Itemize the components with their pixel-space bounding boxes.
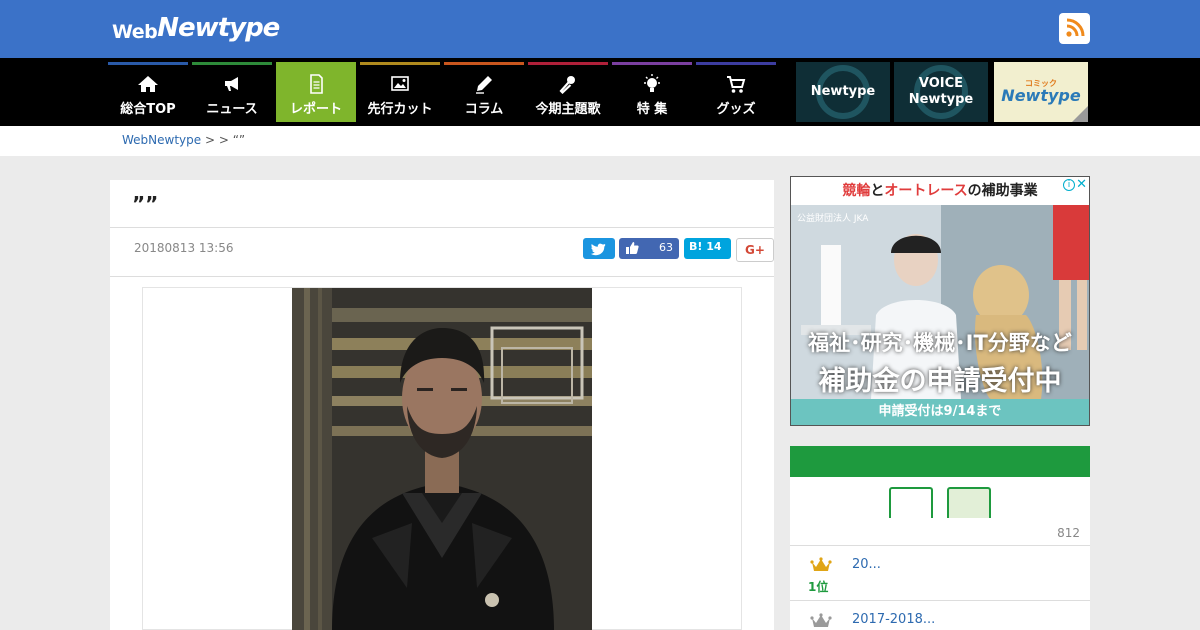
logo-newtype-text: Newtype: [157, 13, 280, 43]
thumbs-up-icon: [626, 242, 639, 254]
nav-item-top[interactable]: 総合TOP: [108, 62, 188, 122]
ranking-position: 1位: [808, 580, 829, 594]
document-icon: [310, 74, 323, 94]
hatena-count: B! 14: [689, 240, 722, 253]
nav-color-bar: [192, 62, 272, 65]
ranking-item-link[interactable]: 2017-2018...: [852, 612, 935, 627]
divider: [110, 227, 774, 228]
home-icon: [138, 76, 158, 92]
nav-label: 特 集: [636, 102, 668, 117]
ranking-tab[interactable]: [889, 487, 933, 518]
voice-newtype-banner[interactable]: VOICE Newtype: [894, 62, 988, 122]
portrait-photo-illustration: [292, 288, 592, 630]
nav-color-bar: [276, 62, 356, 65]
article-image-frame: [142, 287, 742, 630]
ranking-widget: 812 1位 20... 2017-2018...: [790, 446, 1090, 630]
nav-color-bar: [108, 62, 188, 65]
nav-item-news[interactable]: ニュース: [192, 62, 272, 122]
breadcrumb: WebNewtype > > “”: [0, 126, 1200, 156]
breadcrumb-separator: >: [218, 133, 233, 147]
cart-icon: [727, 76, 746, 93]
banner-comic-main: Newtype: [1001, 86, 1081, 105]
hatena-count-value: 14: [706, 240, 722, 253]
divider: [110, 276, 774, 277]
nav-label: 総合TOP: [120, 102, 176, 117]
nav-label: コラム: [464, 102, 504, 117]
pen-icon: [476, 76, 492, 94]
article-photo[interactable]: [292, 288, 592, 630]
nav-label: 今期主題歌: [535, 102, 601, 117]
like-count: 63: [659, 241, 673, 254]
global-nav: 総合TOP ニュース レポート 先行カット コラム 今期主題歌 特 集 グッズ …: [0, 58, 1200, 126]
ad-close-icon[interactable]: ✕: [1076, 177, 1087, 192]
hatena-b-icon: B!: [689, 240, 703, 253]
nav-item-report[interactable]: レポート: [276, 62, 356, 122]
ad-headline-red: 競輪: [842, 183, 871, 199]
nav-item-goods[interactable]: グッズ: [696, 62, 776, 122]
nav-item-column[interactable]: コラム: [444, 62, 524, 122]
logo-web-text: Web: [112, 21, 158, 43]
twitter-bird-icon: [590, 243, 606, 256]
nav-color-bar: [612, 62, 692, 65]
article-date: 20180813 13:56: [134, 241, 234, 255]
nav-item-theme-songs[interactable]: 今期主題歌: [528, 62, 608, 122]
ranking-tab[interactable]: [947, 487, 991, 518]
breadcrumb-current: “”: [232, 133, 246, 147]
article-title: ””: [132, 192, 159, 216]
article-card: ”” 20180813 13:56 63 B! 14 G+: [110, 180, 774, 630]
nav-color-bar: [360, 62, 440, 65]
ranking-header: [790, 446, 1090, 477]
ad-headline-text: の補助事業: [967, 183, 1038, 199]
site-logo[interactable]: WebNewtype: [112, 13, 280, 45]
rss-button[interactable]: [1059, 13, 1090, 44]
image-icon: [391, 76, 409, 91]
ranking-count: 812: [1057, 526, 1080, 540]
nav-color-bar: [444, 62, 524, 65]
nav-color-bar: [528, 62, 608, 65]
nav-item-first-look[interactable]: 先行カット: [360, 62, 440, 122]
twitter-share-button[interactable]: [583, 238, 615, 259]
microphone-icon: [559, 76, 575, 94]
silver-crown-icon: [810, 613, 832, 627]
gold-crown-icon: [810, 557, 832, 571]
nav-item-features[interactable]: 特 集: [612, 62, 692, 122]
ad-info-icon[interactable]: i: [1063, 179, 1075, 191]
facebook-like-button[interactable]: 63: [619, 238, 679, 259]
divider: [790, 545, 1090, 546]
ad-copy-line1: 福祉･研究･機械･IT分野など: [808, 331, 1072, 355]
ad-headline-red: オートレース: [884, 183, 968, 199]
ad-footer-banner: 申請受付は9/14まで: [791, 399, 1089, 425]
ranking-item-link[interactable]: 20...: [852, 557, 881, 572]
megaphone-icon: [225, 77, 238, 91]
site-header: WebNewtype: [0, 0, 1200, 58]
comic-newtype-banner[interactable]: コミック Newtype: [994, 62, 1088, 122]
divider: [790, 600, 1090, 601]
ad-image: 公益財団法人 JKA 福祉･研究･機械･IT分野など 補助金の申請受付中: [791, 205, 1089, 399]
ad-copy-line2: 補助金の申請受付中: [818, 366, 1062, 397]
nav-label: グッズ: [716, 102, 756, 117]
banner-voice-line2: Newtype: [908, 92, 974, 107]
nav-color-bar: [696, 62, 776, 65]
nav-label: ニュース: [206, 102, 258, 117]
nav-label: レポート: [289, 102, 342, 117]
rss-icon: [1066, 18, 1085, 37]
banner-newtype-text: Newtype: [810, 84, 876, 99]
page-curl-icon: [1072, 106, 1088, 122]
newtype-magazine-banner[interactable]: Newtype: [796, 62, 890, 122]
banner-voice-line1: VOICE: [918, 76, 964, 91]
breadcrumb-home-link[interactable]: WebNewtype: [122, 133, 201, 147]
sidebar-ad[interactable]: 競輪とオートレースの補助事業 i ✕ 公益財団法人 JKA 福祉･研究･機械･I…: [790, 176, 1090, 426]
breadcrumb-separator: >: [201, 133, 219, 147]
ad-headline-text: と: [870, 183, 885, 199]
nav-label: 先行カット: [367, 102, 433, 117]
google-plus-button[interactable]: G+: [736, 238, 774, 262]
ad-org-name: 公益財団法人 JKA: [797, 214, 869, 224]
hatena-bookmark-button[interactable]: B! 14: [684, 238, 731, 259]
ad-headline: 競輪とオートレースの補助事業: [791, 177, 1089, 205]
lightbulb-icon: [644, 74, 660, 92]
